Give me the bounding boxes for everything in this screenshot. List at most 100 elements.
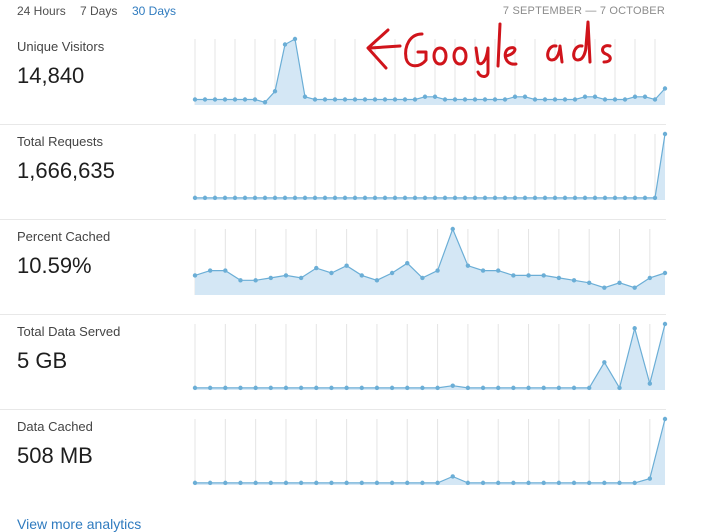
sparkline-point[interactable] <box>602 285 607 290</box>
tab-7-days[interactable]: 7 Days <box>80 4 117 18</box>
sparkline-point[interactable] <box>662 131 668 137</box>
sparkline-point[interactable] <box>572 97 578 102</box>
sparkline-point[interactable] <box>541 480 546 486</box>
sparkline-point[interactable] <box>192 273 198 278</box>
sparkline-point[interactable] <box>450 474 455 479</box>
sparkline-point[interactable] <box>238 480 243 486</box>
sparkline-point[interactable] <box>238 278 243 283</box>
sparkline-point[interactable] <box>192 385 198 391</box>
sparkline-point[interactable] <box>344 480 349 486</box>
sparkline-point[interactable] <box>420 480 425 486</box>
sparkline-point[interactable] <box>192 97 198 102</box>
sparkline-point[interactable] <box>472 195 478 201</box>
sparkline-point[interactable] <box>272 89 278 94</box>
sparkline-point[interactable] <box>482 195 488 201</box>
sparkline-point[interactable] <box>632 195 638 201</box>
sparkline-point[interactable] <box>492 97 498 102</box>
sparkline-point[interactable] <box>207 268 213 273</box>
sparkline-point[interactable] <box>312 97 318 102</box>
sparkline-point[interactable] <box>465 263 471 268</box>
sparkline-point[interactable] <box>462 97 468 102</box>
sparkline-point[interactable] <box>242 97 248 102</box>
sparkline-point[interactable] <box>302 94 308 99</box>
sparkline-point[interactable] <box>212 97 218 102</box>
sparkline-point[interactable] <box>512 195 518 201</box>
sparkline-point[interactable] <box>298 480 304 486</box>
sparkline-point[interactable] <box>253 385 258 391</box>
sparkline-point[interactable] <box>602 97 608 102</box>
sparkline-point[interactable] <box>571 385 577 391</box>
sparkline-point[interactable] <box>412 195 418 201</box>
sparkline-point[interactable] <box>556 275 562 281</box>
sparkline-point[interactable] <box>511 480 516 486</box>
sparkline-point[interactable] <box>372 195 378 201</box>
sparkline-point[interactable] <box>402 195 408 201</box>
sparkline-point[interactable] <box>212 195 218 201</box>
sparkline-point[interactable] <box>496 268 501 273</box>
sparkline-point[interactable] <box>420 275 425 281</box>
sparkline-point[interactable] <box>283 385 289 391</box>
sparkline-point[interactable] <box>452 97 458 102</box>
sparkline-point[interactable] <box>222 195 228 201</box>
sparkline-point[interactable] <box>232 195 238 201</box>
sparkline-point[interactable] <box>556 385 562 391</box>
sparkline-point[interactable] <box>617 385 622 391</box>
sparkline-point[interactable] <box>314 480 319 486</box>
sparkline-point[interactable] <box>602 360 607 365</box>
sparkline-point[interactable] <box>405 480 410 486</box>
sparkline-point[interactable] <box>207 480 213 486</box>
sparkline-point[interactable] <box>617 280 622 285</box>
sparkline-point[interactable] <box>452 195 458 201</box>
sparkline-point[interactable] <box>435 385 440 391</box>
sparkline-point[interactable] <box>374 480 380 486</box>
sparkline-point[interactable] <box>374 385 380 391</box>
sparkline-point[interactable] <box>532 97 538 102</box>
sparkline-point[interactable] <box>496 480 501 486</box>
sparkline-point[interactable] <box>642 94 648 99</box>
sparkline-point[interactable] <box>442 97 448 102</box>
sparkline-point[interactable] <box>252 97 258 102</box>
sparkline-point[interactable] <box>329 270 334 276</box>
sparkline-point[interactable] <box>314 385 319 391</box>
sparkline-point[interactable] <box>359 273 364 278</box>
sparkline-point[interactable] <box>272 195 278 201</box>
sparkline-point[interactable] <box>572 195 578 201</box>
sparkline-point[interactable] <box>362 97 368 102</box>
sparkline-point[interactable] <box>262 195 268 201</box>
sparkline-point[interactable] <box>283 480 289 486</box>
sparkline-point[interactable] <box>586 385 592 391</box>
sparkline-point[interactable] <box>359 385 364 391</box>
sparkline-point[interactable] <box>632 326 637 331</box>
sparkline-point[interactable] <box>582 94 588 99</box>
view-more-analytics-link[interactable]: View more analytics <box>17 516 141 532</box>
sparkline-point[interactable] <box>571 278 577 283</box>
sparkline-point[interactable] <box>562 97 568 102</box>
sparkline-point[interactable] <box>435 480 440 486</box>
sparkline-point[interactable] <box>480 480 486 486</box>
sparkline-point[interactable] <box>442 195 448 201</box>
sparkline-point[interactable] <box>389 385 395 391</box>
sparkline-point[interactable] <box>496 385 501 391</box>
sparkline-point[interactable] <box>312 195 318 201</box>
sparkline-point[interactable] <box>253 278 258 283</box>
sparkline-point[interactable] <box>502 195 508 201</box>
sparkline-point[interactable] <box>586 480 592 486</box>
sparkline-point[interactable] <box>268 385 274 391</box>
sparkline-point[interactable] <box>314 265 319 271</box>
sparkline-point[interactable] <box>652 97 658 102</box>
sparkline-point[interactable] <box>253 480 258 486</box>
sparkline-point[interactable] <box>592 94 598 99</box>
sparkline-point[interactable] <box>252 195 258 201</box>
sparkline-point[interactable] <box>268 480 274 486</box>
sparkline-point[interactable] <box>282 195 288 201</box>
sparkline-point[interactable] <box>541 385 546 391</box>
sparkline-point[interactable] <box>602 195 608 201</box>
sparkline-point[interactable] <box>552 195 558 201</box>
sparkline-point[interactable] <box>662 416 668 422</box>
sparkline-point[interactable] <box>542 195 548 201</box>
sparkline-point[interactable] <box>511 385 516 391</box>
sparkline-point[interactable] <box>632 94 638 99</box>
sparkline-point[interactable] <box>480 385 486 391</box>
sparkline-point[interactable] <box>362 195 368 201</box>
sparkline-point[interactable] <box>359 480 364 486</box>
